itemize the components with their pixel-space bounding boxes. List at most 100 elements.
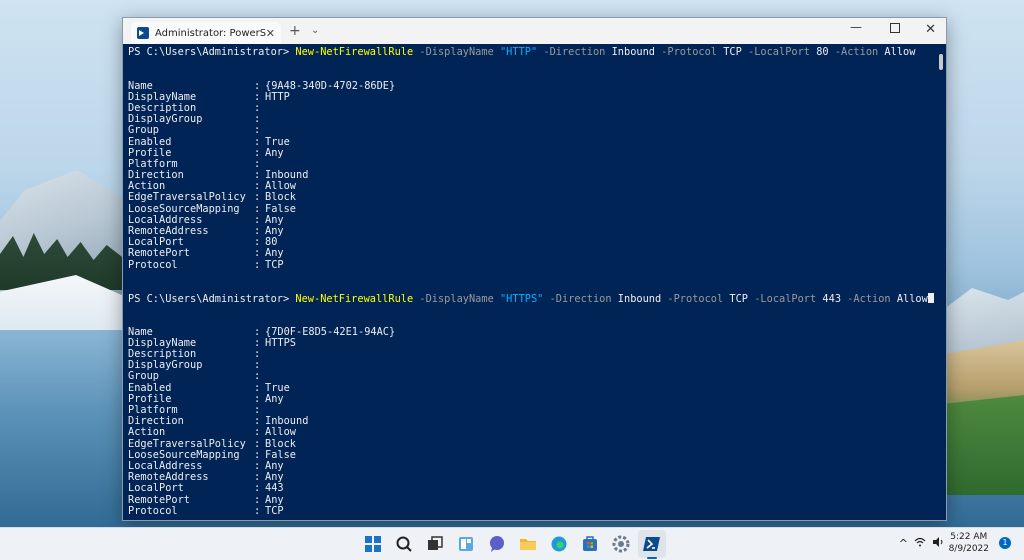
new-tab-button[interactable]: +: [289, 23, 301, 39]
property-value: Any: [265, 459, 284, 472]
property-row: Direction: Inbound: [128, 415, 934, 428]
command-line[interactable]: PS C:\Users\Administrator> New-NetFirewa…: [128, 293, 934, 306]
property-name: Protocol: [128, 504, 178, 517]
property-value: 443: [265, 482, 284, 495]
property-row: Name: {7D0F-E8D5-42E1-94AC}: [128, 325, 934, 338]
property-row: Group:: [128, 371, 934, 382]
property-separator: :: [254, 124, 267, 137]
property-name: LocalPort: [128, 482, 184, 495]
property-row: LocalPort: 80: [128, 236, 934, 248]
property-value: Any: [265, 493, 284, 506]
property-row: RemotePort: Any: [128, 248, 934, 259]
console-output[interactable]: PS C:\Users\Administrator> New-NetFirewa…: [123, 44, 934, 520]
property-row: Action: Allow: [128, 427, 934, 438]
chat-icon[interactable]: [486, 533, 508, 555]
command-line[interactable]: PS C:\Users\Administrator> New-NetFirewa…: [128, 46, 934, 58]
property-name: Group: [128, 370, 159, 383]
property-row: Description:: [128, 102, 934, 114]
property-row: RemotePort: Any: [128, 493, 934, 506]
property-row: EdgeTraversalPolicy: Block: [128, 437, 934, 450]
settings-icon[interactable]: [610, 533, 632, 555]
minimize-button[interactable]: —: [850, 20, 862, 34]
clock-date: 8/9/2022: [948, 544, 989, 554]
parameter-name: -Protocol: [655, 46, 724, 58]
title-bar[interactable]: Administrator: PowerShell ✕ + ⌄ — ✕: [123, 18, 946, 44]
property-value: Block: [265, 437, 296, 450]
search-icon[interactable]: [393, 533, 415, 555]
property-value: Inbound: [265, 415, 309, 428]
property-row: Profile: Any: [128, 392, 934, 405]
start-icon[interactable]: [362, 533, 384, 555]
property-separator: :: [254, 247, 267, 260]
volume-icon[interactable]: [932, 537, 944, 550]
wifi-icon[interactable]: [914, 537, 926, 550]
property-row: Enabled: True: [128, 136, 934, 148]
argument-value: 80: [816, 46, 829, 58]
wallpaper-shore: [934, 395, 1024, 495]
property-value: False: [265, 448, 296, 461]
file-explorer-icon[interactable]: [517, 533, 539, 555]
maximize-icon: [890, 23, 900, 33]
property-row: LooseSourceMapping: False: [128, 202, 934, 215]
task-view-icon[interactable]: [424, 533, 446, 555]
tray-chevron-icon[interactable]: ^: [899, 537, 908, 550]
property-row: RemoteAddress: Any: [128, 225, 934, 237]
tab-close-icon[interactable]: ✕: [266, 27, 275, 40]
property-row: Protocol: TCP: [128, 258, 934, 271]
property-value: Any: [265, 225, 284, 237]
clock[interactable]: 5:22 AM 8/9/2022: [949, 531, 989, 555]
widgets-icon[interactable]: [455, 533, 477, 555]
powershell-icon[interactable]: [641, 533, 663, 555]
notification-badge[interactable]: 1: [999, 537, 1011, 549]
property-separator: :: [254, 191, 267, 204]
argument-value: Allow: [884, 46, 916, 58]
property-value: Block: [265, 191, 296, 204]
property-row: RemoteAddress: Any: [128, 471, 934, 483]
parameter-name: -LocalPort: [748, 293, 823, 306]
property-row: EdgeTraversalPolicy: Block: [128, 192, 934, 203]
property-value: Allow: [265, 180, 296, 193]
tab-powershell[interactable]: Administrator: PowerShell ✕: [131, 22, 281, 44]
property-value: Any: [265, 146, 284, 159]
property-row: LocalAddress: Any: [128, 214, 934, 226]
close-button[interactable]: ✕: [925, 22, 936, 37]
maximize-button[interactable]: [890, 22, 900, 36]
property-row: Direction: Inbound: [128, 169, 934, 182]
text-cursor: [927, 293, 934, 304]
property-value: TCP: [265, 258, 284, 271]
parameter-name: -LocalPort: [741, 46, 817, 58]
argument-value: TCP: [729, 293, 749, 306]
property-value: Inbound: [265, 169, 309, 182]
property-row: LocalPort: 443: [128, 483, 934, 494]
property-value: {7D0F-E8D5-42E1-94AC}: [265, 325, 396, 338]
property-row: LocalAddress: Any: [128, 459, 934, 472]
store-icon[interactable]: [579, 533, 601, 555]
property-value: HTTPS: [265, 336, 296, 349]
property-row: DisplayName: HTTPS: [128, 336, 934, 349]
scrollbar-thumb[interactable]: [939, 54, 943, 70]
property-row: LooseSourceMapping: False: [128, 448, 934, 461]
argument-value: Inbound: [611, 46, 655, 58]
powershell-window: Administrator: PowerShell ✕ + ⌄ — ✕ PS C…: [122, 17, 947, 521]
tab-dropdown-button[interactable]: ⌄: [311, 25, 319, 36]
property-row: Group:: [128, 125, 934, 136]
clock-time: 5:22 AM: [950, 532, 988, 542]
property-separator: :: [254, 504, 267, 517]
property-value: False: [265, 202, 296, 215]
property-value: HTTP: [265, 90, 290, 103]
parameter-name: -DisplayName: [413, 46, 500, 58]
property-value: Any: [265, 392, 284, 405]
scrollbar[interactable]: [934, 44, 946, 520]
property-value: True: [265, 381, 290, 394]
parameter-name: -DisplayName: [413, 293, 500, 306]
edge-icon[interactable]: [548, 533, 570, 555]
property-row: DisplayGroup:: [128, 113, 934, 125]
argument-value: 443: [822, 293, 842, 306]
property-name: Protocol: [128, 258, 178, 271]
property-value: TCP: [265, 504, 284, 517]
property-row: Action: Allow: [128, 181, 934, 192]
parameter-name: -Direction: [537, 46, 612, 58]
